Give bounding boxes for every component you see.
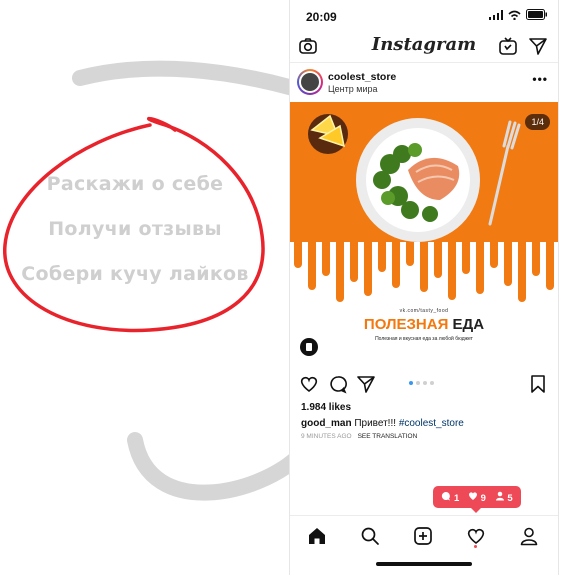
promo-title: ПОЛЕЗНАЯ ЕДА	[290, 316, 558, 333]
avatar-image	[301, 73, 319, 91]
search-icon[interactable]	[360, 526, 380, 546]
comment-icon	[442, 491, 451, 500]
post-location[interactable]: Центр мира	[328, 84, 378, 94]
wifi-icon	[508, 10, 521, 20]
activity-dot	[474, 545, 477, 548]
notif-likes: 9	[468, 491, 486, 504]
activity-icon[interactable]	[466, 526, 486, 546]
time-ago: 9 MINUTES AGO	[301, 433, 352, 440]
post-meta: 9 MINUTES AGO SEE TRANSLATION	[301, 433, 417, 440]
phone-screen: 20:09 Instagram coolest_store Центр мира…	[289, 0, 559, 575]
avatar-ring	[299, 71, 321, 93]
home-icon[interactable]	[307, 526, 327, 546]
post-caption: good_man Привет!!! #coolest_store	[301, 418, 464, 429]
bottom-nav	[290, 515, 558, 556]
bottom-arrow	[127, 432, 290, 501]
carousel-counter: 1/4	[525, 114, 550, 130]
tagline-3: Собери кучу лайков	[21, 263, 249, 285]
more-options-icon[interactable]: •••	[532, 72, 548, 86]
notif-comments: 1	[441, 491, 459, 504]
caption-text: Привет!!!	[351, 418, 399, 429]
add-icon[interactable]	[413, 526, 433, 546]
promo-decoration: Раскажи о себе Получи отзывы Собери кучу…	[0, 0, 290, 575]
top-arrow	[72, 60, 290, 96]
see-translation-link[interactable]: SEE TRANSLATION	[358, 433, 418, 440]
notif-followers-count: 5	[507, 492, 513, 504]
caption-username[interactable]: good_man	[301, 418, 352, 429]
tag-user-icon[interactable]	[300, 338, 318, 356]
activity-notification[interactable]: 1 9 5	[433, 486, 521, 508]
carousel-dot	[423, 381, 427, 385]
notification-caret	[470, 507, 482, 513]
carousel-dot	[409, 381, 413, 385]
promo-url: vk.com/tasty_food	[399, 308, 449, 314]
fork	[488, 120, 521, 226]
post-image[interactable]: 1/4 vk.com/tasty_food ПОЛЕЗНАЯ ЕДА Полез…	[290, 102, 558, 368]
tagline-1: Раскажи о себе	[46, 173, 224, 195]
promo-subtitle: Полезная и вкусная еда за любой бюджет	[375, 336, 473, 342]
battery-icon	[526, 9, 547, 20]
share-icon[interactable]	[356, 374, 376, 394]
post-header: coolest_store Центр мира •••	[290, 64, 558, 102]
carousel-dot	[416, 381, 420, 385]
post-actions	[290, 371, 558, 397]
decoration-svg	[3, 60, 290, 501]
igtv-icon[interactable]	[498, 36, 518, 56]
likes-count[interactable]: 1.984 likes	[301, 402, 351, 413]
profile-icon[interactable]	[519, 526, 539, 546]
status-bar: 20:09	[290, 0, 558, 30]
heart-icon	[469, 491, 478, 500]
promo-title-part1: ПОЛЕЗНАЯ	[363, 316, 449, 333]
heart-icon[interactable]	[299, 374, 319, 394]
caption-hashtag[interactable]: #coolest_store	[399, 418, 464, 429]
tagline-2: Получи отзывы	[48, 218, 222, 240]
direct-icon[interactable]	[528, 36, 548, 56]
promo-title-part2: ЕДА	[452, 316, 485, 333]
post-username[interactable]: coolest_store	[328, 71, 396, 83]
home-indicator[interactable]	[376, 562, 472, 566]
carousel-dot	[430, 381, 434, 385]
notif-followers: 5	[495, 491, 513, 504]
notif-likes-count: 9	[480, 492, 486, 504]
status-time: 20:09	[306, 10, 337, 24]
user-icon	[495, 491, 504, 500]
carousel-dots	[409, 381, 434, 385]
signal-icon	[489, 9, 503, 20]
comment-icon[interactable]	[328, 374, 348, 394]
bookmark-icon[interactable]	[528, 374, 548, 394]
app-header: Instagram	[290, 30, 558, 63]
avatar[interactable]	[297, 69, 323, 95]
notif-comments-count: 1	[454, 492, 460, 504]
status-icons	[489, 9, 548, 20]
